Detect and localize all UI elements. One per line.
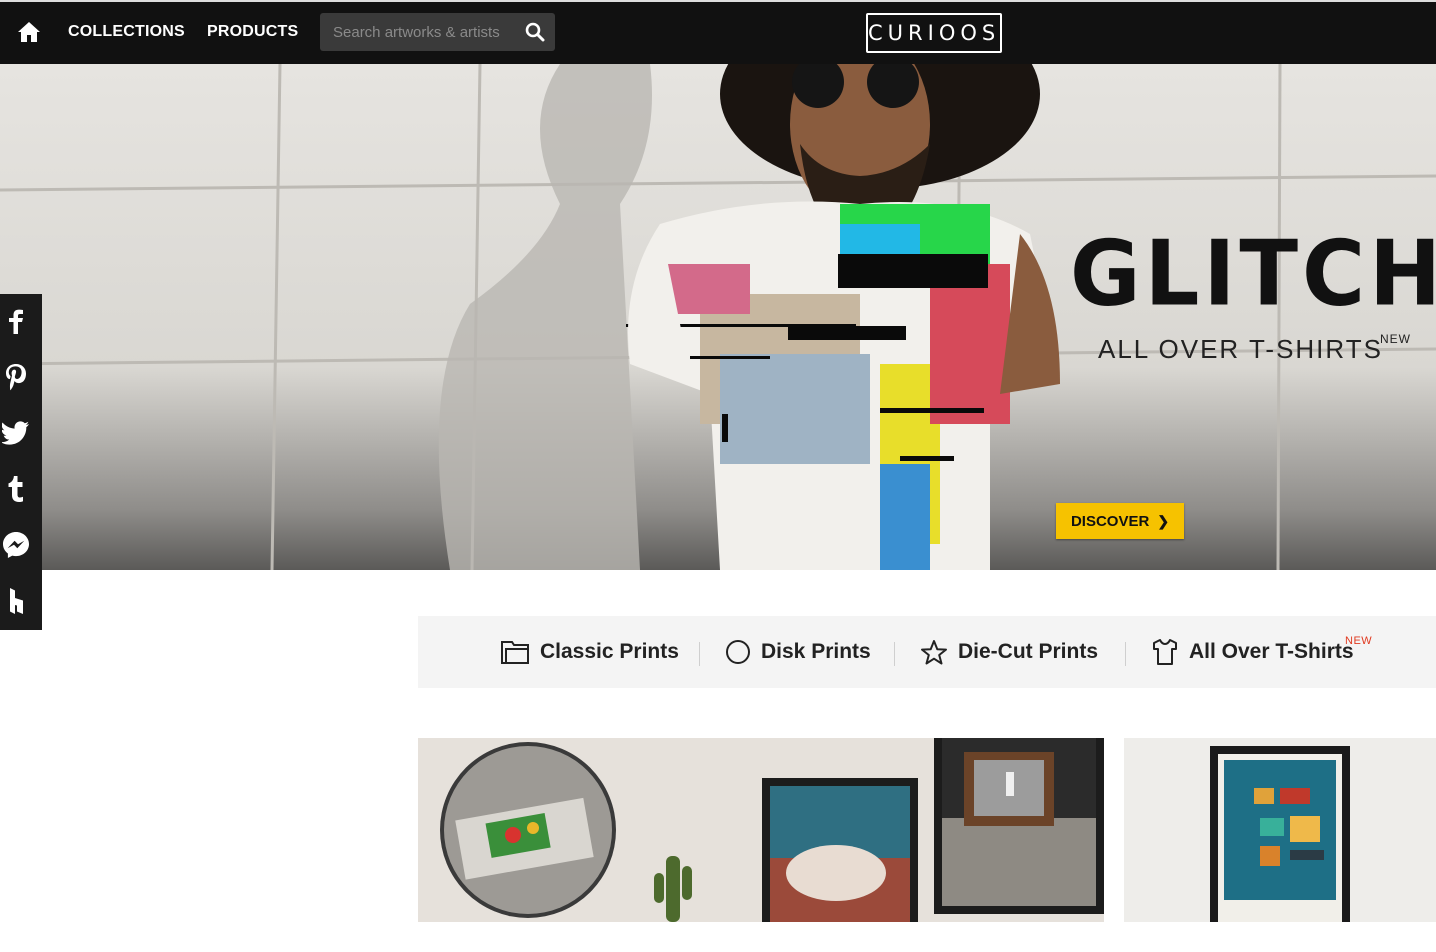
star-icon [921, 640, 947, 665]
messenger-icon[interactable] [0, 528, 32, 562]
nav-products[interactable]: PRODUCTS [207, 23, 298, 41]
hero-subtitle: ALL OVER T-SHIRTS [1098, 334, 1383, 364]
tab-new-badge: NEW [1345, 635, 1373, 647]
search-icon[interactable] [525, 22, 545, 42]
tab-label: Classic Prints [540, 640, 679, 663]
hero-new-badge: NEW [1380, 332, 1411, 346]
search-input[interactable] [320, 13, 515, 51]
twitter-icon[interactable] [0, 416, 32, 450]
chevron-right-icon: ❯ [1157, 513, 1170, 529]
tab-label: Disk Prints [761, 640, 871, 663]
tab-divider [699, 642, 700, 666]
discover-button[interactable]: DISCOVER ❯ [1056, 503, 1184, 539]
search-box [320, 13, 555, 51]
promo-tile-prints[interactable] [418, 738, 1104, 922]
houzz-icon[interactable] [0, 584, 32, 618]
tab-all-over-t-shirts[interactable]: All Over T-Shirts [1151, 616, 1354, 688]
top-navigation-bar: COLLECTIONS PRODUCTS CURIOOS [0, 0, 1436, 64]
tab-label: Die-Cut Prints [958, 640, 1099, 663]
tshirt-icon [1153, 639, 1177, 665]
site-logo[interactable]: CURIOOS [866, 13, 1002, 53]
tab-label: All Over T-Shirts [1189, 640, 1354, 663]
tab-divider [894, 642, 895, 666]
frame-icon [501, 641, 529, 664]
nav-collections[interactable]: COLLECTIONS [68, 23, 185, 41]
tab-die-cut-prints[interactable]: Die-Cut Prints [920, 616, 1098, 688]
tab-divider [1125, 642, 1126, 666]
tab-disk-prints[interactable]: Disk Prints [725, 616, 871, 688]
hero-banner: GLITCH ALL OVER T-SHIRTS NEW DISCOVER ❯ [0, 64, 1436, 570]
discover-button-label: DISCOVER [1070, 513, 1150, 530]
facebook-icon[interactable] [0, 304, 32, 338]
social-share-bar [0, 294, 42, 630]
promo-prints-image [418, 738, 1104, 922]
promo-framed-image [1124, 738, 1436, 922]
home-icon[interactable] [16, 19, 42, 45]
pinterest-icon[interactable] [0, 360, 32, 394]
tumblr-icon[interactable] [0, 472, 32, 506]
promo-tile-framed[interactable] [1124, 738, 1436, 922]
circle-icon [726, 640, 750, 664]
hero-title: GLITCH [1070, 221, 1436, 327]
product-category-bar: Classic Prints Disk Prints Die-Cut Print… [418, 616, 1436, 688]
tab-classic-prints[interactable]: Classic Prints [500, 616, 679, 688]
